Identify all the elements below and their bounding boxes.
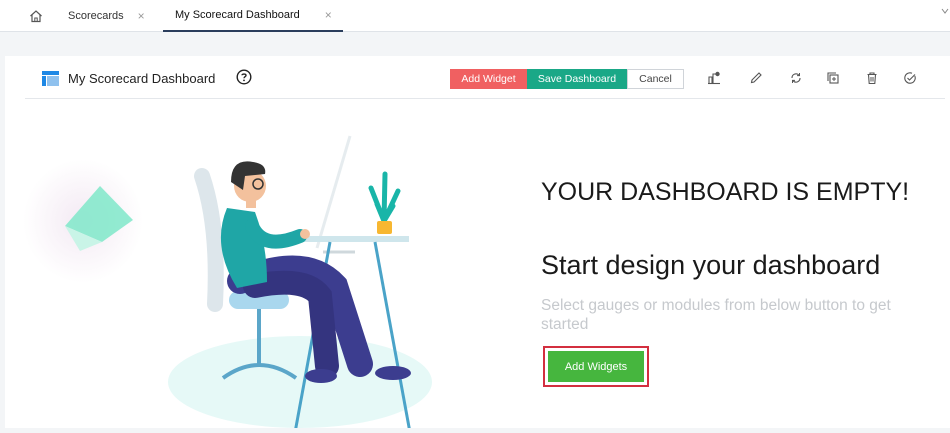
- close-icon[interactable]: ×: [138, 9, 145, 23]
- help-circle-icon[interactable]: [236, 69, 252, 85]
- add-chart-icon[interactable]: [705, 69, 723, 87]
- add-widgets-button[interactable]: Add Widgets: [548, 351, 644, 382]
- tab-my-scorecard-dashboard[interactable]: My Scorecard Dashboard ×: [163, 0, 343, 32]
- tab-bar: Scorecards × My Scorecard Dashboard ×: [0, 0, 950, 32]
- refresh-icon[interactable]: [787, 69, 805, 87]
- empty-state-headline: YOUR DASHBOARD IS EMPTY!: [541, 178, 910, 206]
- home-icon[interactable]: [26, 6, 46, 26]
- delete-icon[interactable]: [863, 69, 881, 87]
- empty-state-subhead: Start design your dashboard: [541, 250, 881, 280]
- save-dashboard-button[interactable]: Save Dashboard: [527, 69, 627, 89]
- duplicate-icon[interactable]: [824, 69, 842, 87]
- dashboard-header: My Scorecard Dashboard Add Widget Save D…: [25, 56, 945, 99]
- tab-scorecards[interactable]: Scorecards ×: [68, 0, 145, 32]
- edit-icon[interactable]: [747, 69, 765, 87]
- settings-check-icon[interactable]: [901, 69, 919, 87]
- dashboard-logo-icon: [42, 71, 59, 86]
- empty-state-hint: Select gauges or modules from below butt…: [541, 297, 891, 333]
- empty-dashboard-illustration: [5, 116, 475, 433]
- close-icon[interactable]: ×: [325, 8, 332, 22]
- tab-label: My Scorecard Dashboard: [175, 9, 300, 21]
- cancel-button[interactable]: Cancel: [627, 69, 684, 89]
- page-title: My Scorecard Dashboard: [68, 71, 216, 86]
- add-widgets-highlight: Add Widgets: [543, 346, 649, 387]
- dashboard-card: My Scorecard Dashboard Add Widget Save D…: [5, 56, 950, 433]
- add-widget-button[interactable]: Add Widget: [450, 69, 527, 89]
- tab-label: Scorecards: [68, 10, 124, 22]
- chevron-down-icon[interactable]: [940, 6, 950, 19]
